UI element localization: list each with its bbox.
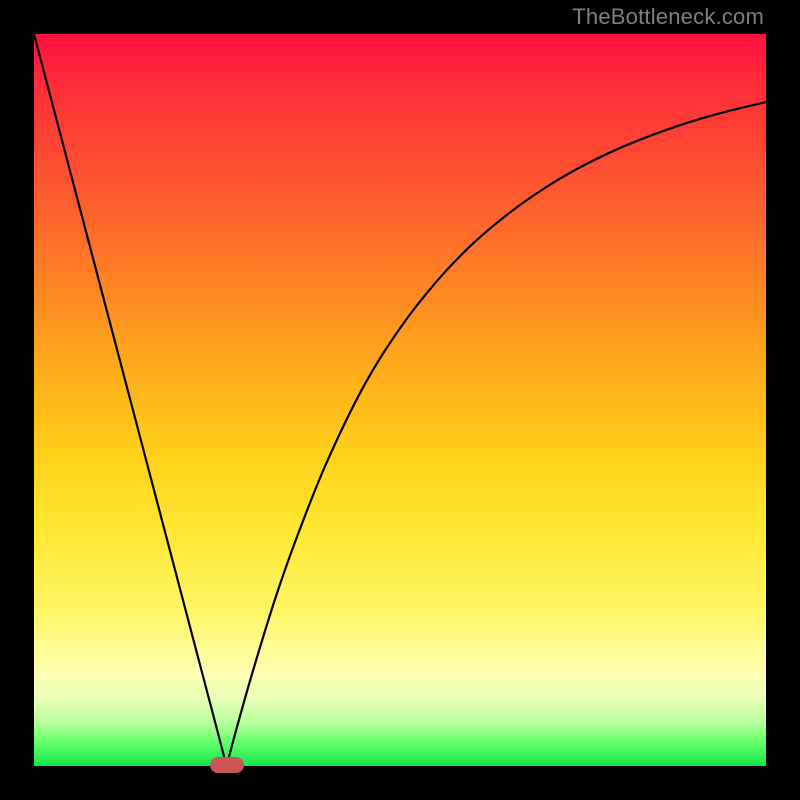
bottleneck-curve bbox=[34, 34, 766, 766]
plot-area bbox=[34, 34, 766, 766]
min-marker bbox=[210, 757, 244, 773]
watermark-text: TheBottleneck.com bbox=[572, 4, 764, 30]
chart-frame: TheBottleneck.com bbox=[0, 0, 800, 800]
